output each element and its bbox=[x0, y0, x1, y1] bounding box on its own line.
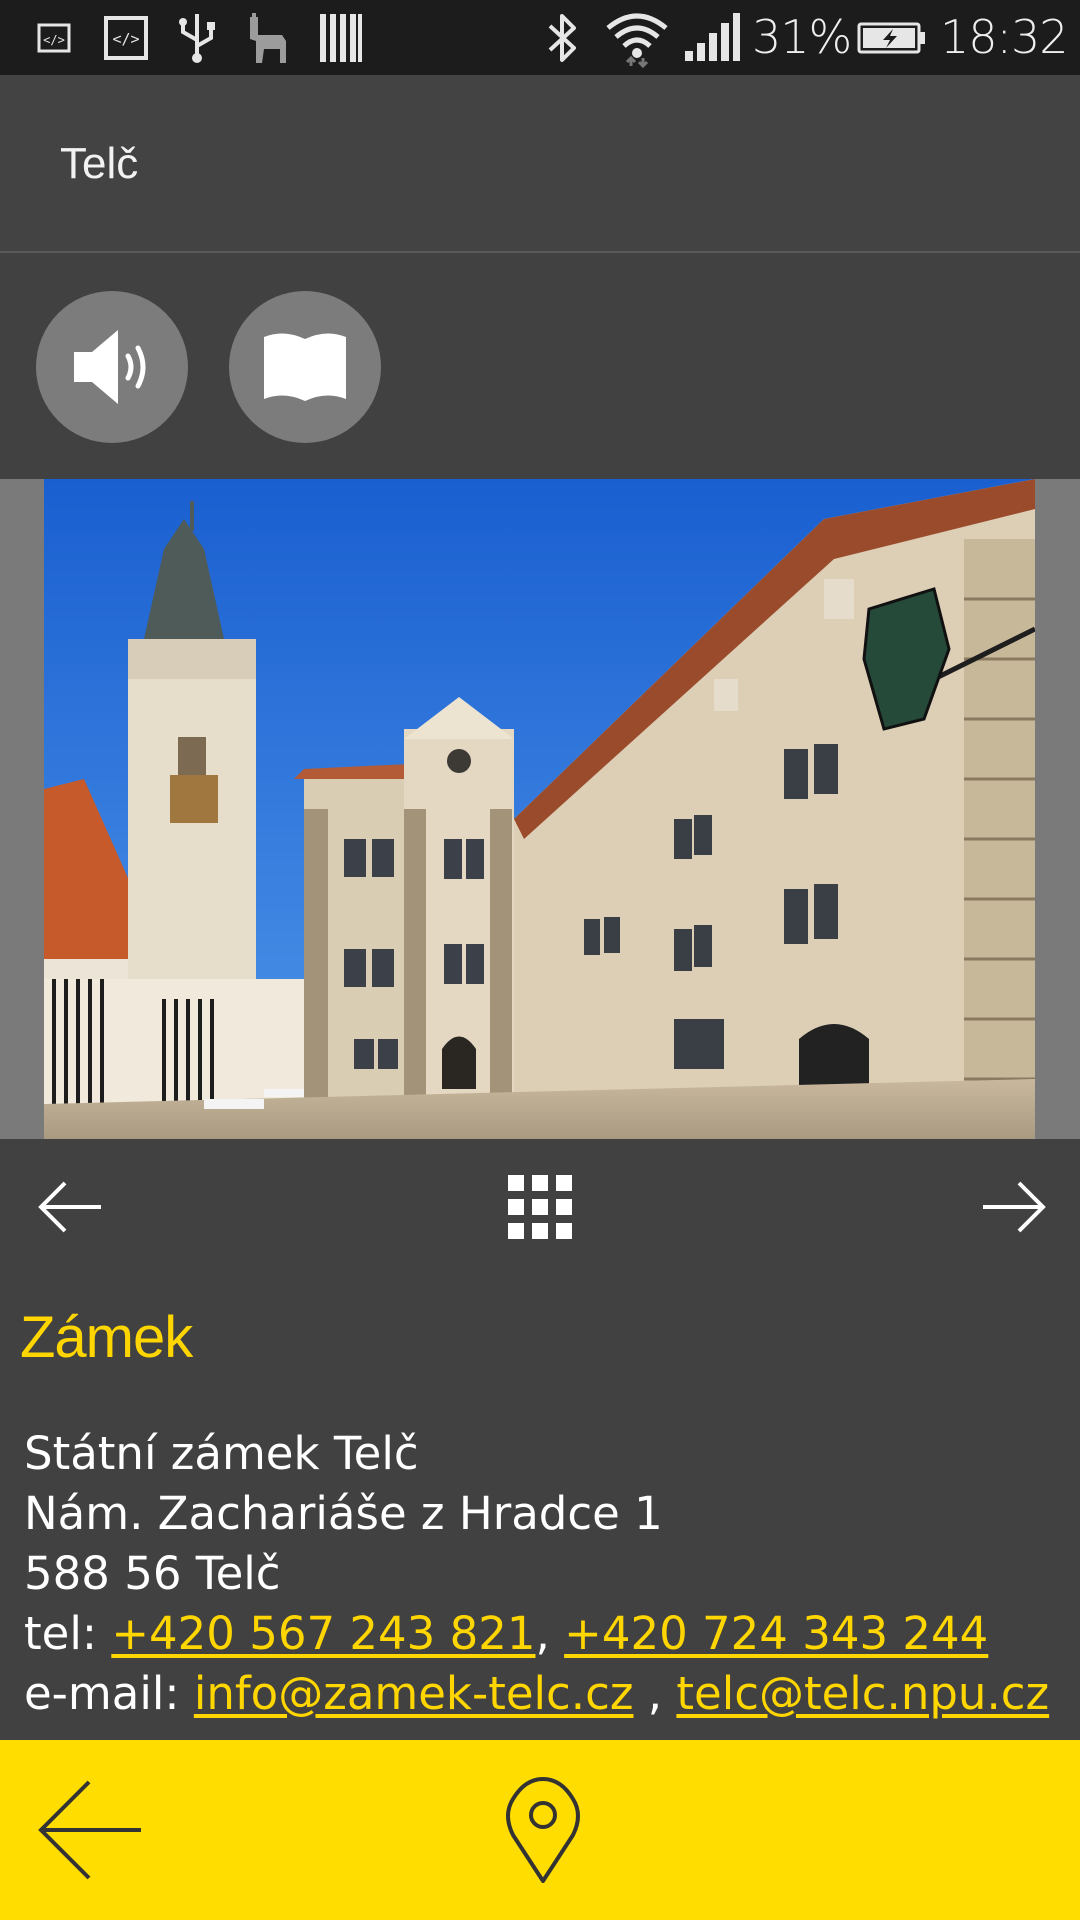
next-button[interactable] bbox=[964, 1139, 1064, 1274]
place-info: Zámek Státní zámek Telč Nám. Zachariáše … bbox=[0, 1274, 1080, 1740]
action-bar: Telč bbox=[0, 75, 1080, 253]
email-link-2[interactable]: telc@telc.npu.cz bbox=[676, 1667, 1049, 1720]
llama-icon bbox=[240, 0, 296, 75]
code-box-icon: </> bbox=[101, 0, 151, 75]
phone-line: tel: +420 567 243 821, +420 724 343 244 bbox=[24, 1604, 1049, 1664]
phone-link-1[interactable]: +420 567 243 821 bbox=[111, 1607, 535, 1660]
pager-nav bbox=[0, 1139, 1080, 1274]
wifi-icon bbox=[602, 0, 672, 75]
media-toolbar bbox=[0, 255, 1080, 479]
bottom-bar bbox=[0, 1740, 1080, 1920]
castle-photo[interactable] bbox=[44, 479, 1035, 1139]
battery-charging-icon bbox=[856, 0, 928, 75]
barcode-icon bbox=[316, 0, 366, 75]
svg-text:</>: </> bbox=[112, 30, 139, 48]
phone-separator: , bbox=[535, 1607, 565, 1660]
email-line: e-mail: info@zamek-telc.cz , telc@telc.n… bbox=[24, 1664, 1049, 1724]
arrow-left-icon bbox=[38, 1780, 141, 1880]
grid-icon bbox=[508, 1174, 572, 1239]
audio-button[interactable] bbox=[36, 291, 188, 443]
grid-button[interactable] bbox=[490, 1139, 590, 1274]
email-separator: , bbox=[633, 1667, 677, 1720]
place-title: Zámek bbox=[20, 1305, 193, 1370]
map-pin-icon bbox=[506, 1777, 580, 1883]
street-line: Nám. Zachariáše z Hradce 1 bbox=[24, 1487, 663, 1540]
place-name: Státní zámek Telč bbox=[24, 1427, 419, 1480]
usb-icon bbox=[172, 0, 222, 75]
phone-link-2[interactable]: +420 724 343 244 bbox=[564, 1607, 988, 1660]
page-title: Telč bbox=[60, 139, 139, 188]
status-bar: </> </> 31% 18:32 bbox=[0, 0, 1080, 75]
photo-gallery bbox=[0, 479, 1080, 1139]
arrow-right-icon bbox=[983, 1181, 1046, 1232]
signal-icon bbox=[682, 0, 742, 75]
speaker-icon bbox=[74, 330, 146, 404]
prev-button[interactable] bbox=[20, 1139, 120, 1274]
city-line: 588 56 Telč bbox=[24, 1547, 281, 1600]
map-button[interactable] bbox=[478, 1740, 608, 1920]
email-label: e-mail: bbox=[24, 1667, 194, 1720]
read-button[interactable] bbox=[229, 291, 381, 443]
code-icon: </> bbox=[34, 0, 74, 75]
clock: 18:32 bbox=[940, 10, 1069, 64]
bluetooth-icon bbox=[540, 0, 584, 75]
email-link-1[interactable]: info@zamek-telc.cz bbox=[194, 1667, 634, 1720]
place-address: Státní zámek Telč Nám. Zachariáše z Hrad… bbox=[24, 1424, 1049, 1724]
back-button[interactable] bbox=[20, 1740, 160, 1920]
svg-text:</>: </> bbox=[43, 33, 65, 47]
battery-percent: 31% bbox=[752, 10, 852, 64]
book-icon bbox=[264, 333, 346, 401]
arrow-left-icon bbox=[38, 1181, 101, 1232]
phone-label: tel: bbox=[24, 1607, 112, 1660]
